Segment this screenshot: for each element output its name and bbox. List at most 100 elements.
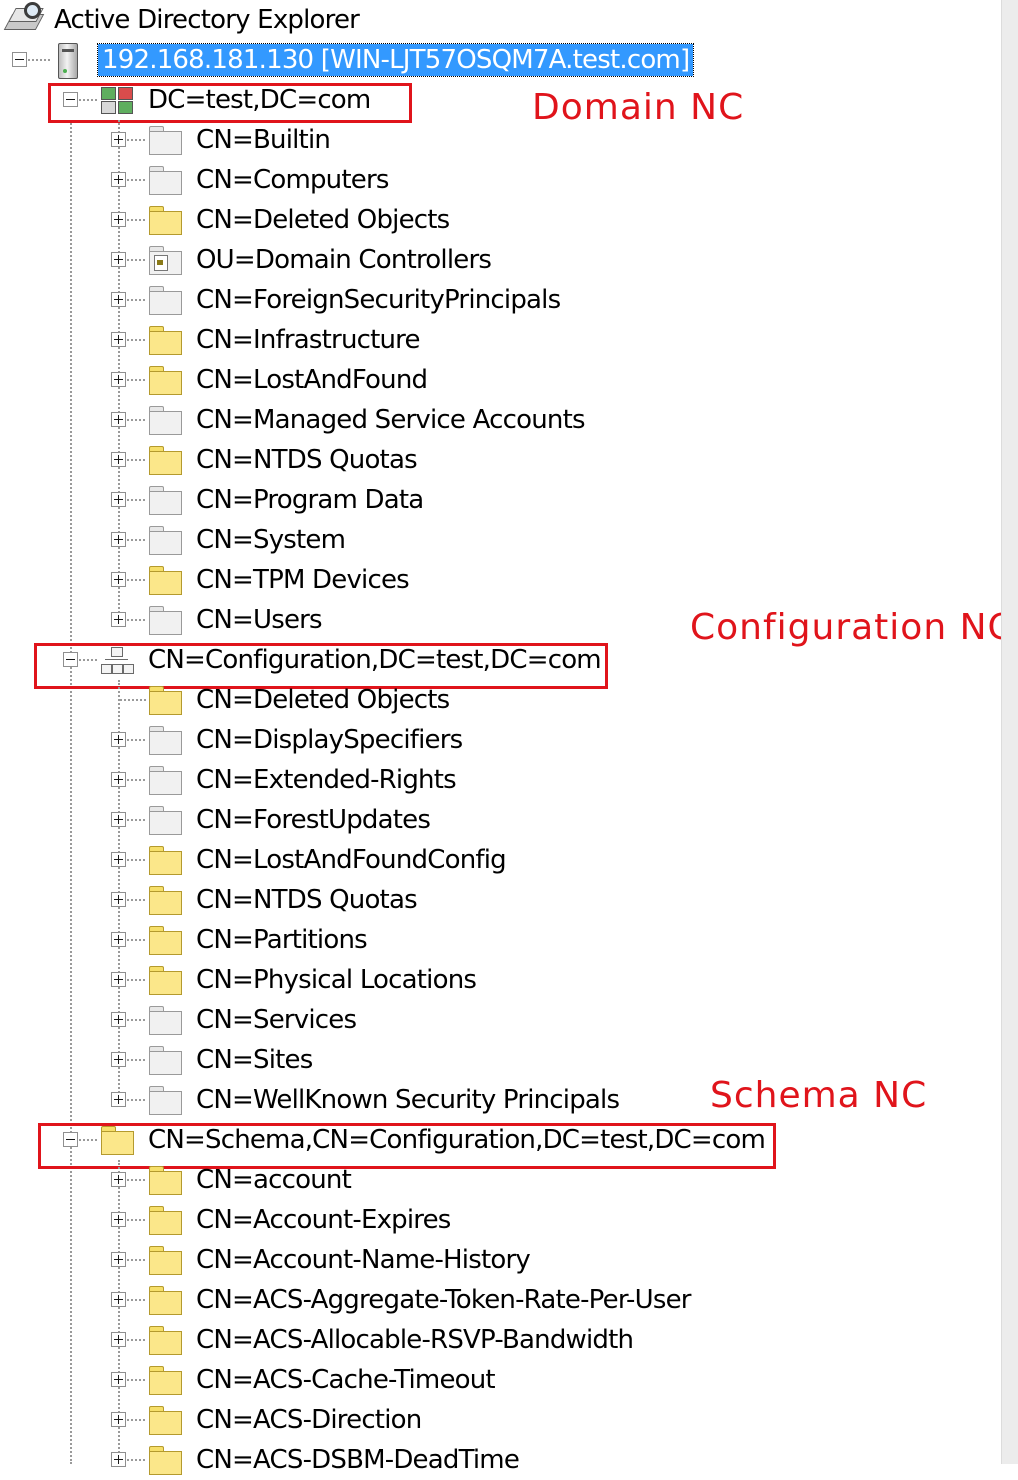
tree-node-label[interactable]: CN=ACS-Allocable-RSVP-Bandwidth [192, 1324, 637, 1356]
tree-node-label[interactable]: CN=Account-Name-History [192, 1244, 534, 1276]
tree-node-label[interactable]: CN=ACS-Aggregate-Token-Rate-Per-User [192, 1284, 695, 1316]
expand-icon[interactable] [111, 1052, 126, 1067]
expand-icon[interactable] [111, 732, 126, 747]
tree-node[interactable]: CN=Account-Name-History [0, 1240, 980, 1280]
tree-node[interactable]: CN=Deleted Objects [0, 200, 980, 240]
tree-node[interactable]: CN=Builtin [0, 120, 980, 160]
expand-icon[interactable] [111, 1372, 126, 1387]
tree-node[interactable]: CN=Extended-Rights [0, 760, 980, 800]
tree-node-label[interactable]: CN=Program Data [192, 484, 427, 516]
tree-node[interactable]: CN=Physical Locations [0, 960, 980, 1000]
expand-icon[interactable] [111, 572, 126, 587]
tree-node-label[interactable]: CN=ACS-DSBM-DeadTime [192, 1444, 523, 1476]
tree-node-label[interactable]: CN=Users [192, 604, 326, 636]
tree-node-label[interactable]: CN=Account-Expires [192, 1204, 455, 1236]
tree-node[interactable]: CN=LostAndFoundConfig [0, 840, 980, 880]
tree-node[interactable]: CN=Partitions [0, 920, 980, 960]
expand-icon[interactable] [111, 452, 126, 467]
server-label[interactable]: 192.168.181.130 [WIN-LJT57OSQM7A.test.co… [96, 43, 695, 77]
tree-node-label[interactable]: CN=Partitions [192, 924, 371, 956]
tree-node[interactable]: CN=TPM Devices [0, 560, 980, 600]
scrollbar-track[interactable] [1001, 0, 1018, 1464]
expand-icon[interactable] [111, 492, 126, 507]
tree-node[interactable]: CN=LostAndFound [0, 360, 980, 400]
expand-icon[interactable] [111, 1292, 126, 1307]
tree-node[interactable]: CN=Sites [0, 1040, 980, 1080]
tree-node[interactable]: CN=account [0, 1160, 980, 1200]
tree-node-label[interactable]: CN=Infrastructure [192, 324, 424, 356]
tree-node-label[interactable]: CN=account [192, 1164, 355, 1196]
tree-node-label[interactable]: CN=Deleted Objects [192, 684, 453, 716]
expand-icon[interactable] [111, 932, 126, 947]
expand-icon[interactable] [111, 1452, 126, 1467]
tree-node-label[interactable]: OU=Domain Controllers [192, 244, 495, 276]
expand-icon[interactable] [111, 772, 126, 787]
expand-icon[interactable] [111, 612, 126, 627]
tree-node[interactable]: CN=Program Data [0, 480, 980, 520]
tree-node-label[interactable]: CN=LostAndFound [192, 364, 431, 396]
expand-icon[interactable] [111, 1252, 126, 1267]
tree-node-label[interactable]: CN=Extended-Rights [192, 764, 460, 796]
tree-node-label[interactable]: CN=ACS-Cache-Timeout [192, 1364, 499, 1396]
tree-node-label[interactable]: CN=Computers [192, 164, 393, 196]
tree-node-label[interactable]: CN=DisplaySpecifiers [192, 724, 466, 756]
tree-node-label[interactable]: CN=Sites [192, 1044, 316, 1076]
tree-node[interactable]: CN=ACS-Cache-Timeout [0, 1360, 980, 1400]
expand-icon[interactable] [111, 252, 126, 267]
tree-node[interactable]: CN=ACS-Aggregate-Token-Rate-Per-User [0, 1280, 980, 1320]
tree-node[interactable]: CN=Managed Service Accounts [0, 400, 980, 440]
expand-icon[interactable] [111, 372, 126, 387]
tree-node[interactable]: CN=Deleted Objects [0, 680, 980, 720]
tree-node[interactable]: OU=Domain Controllers [0, 240, 980, 280]
tree-node[interactable]: CN=ACS-Direction [0, 1400, 980, 1440]
tree-node-label[interactable]: CN=WellKnown Security Principals [192, 1084, 623, 1116]
expand-icon[interactable] [111, 892, 126, 907]
tree-node-label[interactable]: CN=ACS-Direction [192, 1404, 425, 1436]
tree-node-label[interactable]: CN=Services [192, 1004, 360, 1036]
expand-icon[interactable] [111, 1212, 126, 1227]
tree-node[interactable]: CN=ACS-Allocable-RSVP-Bandwidth [0, 1320, 980, 1360]
ad-explorer-icon [3, 2, 45, 38]
expand-icon[interactable] [111, 812, 126, 827]
tree-node[interactable]: CN=Account-Expires [0, 1200, 980, 1240]
tree-node-label[interactable]: CN=ForeignSecurityPrincipals [192, 284, 564, 316]
tree-node[interactable]: CN=System [0, 520, 980, 560]
tree-node-label[interactable]: CN=NTDS Quotas [192, 884, 421, 916]
expand-icon[interactable] [111, 532, 126, 547]
expand-icon[interactable] [111, 1332, 126, 1347]
expand-icon[interactable] [111, 412, 126, 427]
expand-icon[interactable] [111, 292, 126, 307]
expand-icon[interactable] [111, 1012, 126, 1027]
tree-node-label[interactable]: CN=Physical Locations [192, 964, 480, 996]
tree-node-label[interactable]: CN=Builtin [192, 124, 334, 156]
expand-icon[interactable] [111, 212, 126, 227]
tree-node[interactable]: CN=ForestUpdates [0, 800, 980, 840]
expand-icon[interactable] [111, 1172, 126, 1187]
tree-node[interactable]: CN=Computers [0, 160, 980, 200]
tree-node-label[interactable]: CN=TPM Devices [192, 564, 413, 596]
tree-node-label[interactable]: CN=System [192, 524, 349, 556]
tree-node[interactable]: CN=NTDS Quotas [0, 440, 980, 480]
tree-node-label[interactable]: CN=LostAndFoundConfig [192, 844, 510, 876]
expand-icon[interactable] [111, 1092, 126, 1107]
tree-node-label[interactable]: CN=Managed Service Accounts [192, 404, 589, 436]
expand-icon[interactable] [111, 972, 126, 987]
expand-icon[interactable] [111, 852, 126, 867]
server-node[interactable]: 192.168.181.130 [WIN-LJT57OSQM7A.test.co… [0, 40, 720, 80]
expand-icon[interactable] [111, 132, 126, 147]
expand-icon[interactable] [111, 332, 126, 347]
tree-node-label[interactable]: CN=NTDS Quotas [192, 444, 421, 476]
collapse-icon[interactable] [12, 52, 27, 67]
tree-node[interactable]: CN=ACS-DSBM-DeadTime [0, 1440, 980, 1480]
expand-icon[interactable] [111, 172, 126, 187]
tree-node-label[interactable]: CN=Deleted Objects [192, 204, 453, 236]
tree-node[interactable]: CN=ForeignSecurityPrincipals [0, 280, 980, 320]
tree-node[interactable]: CN=Services [0, 1000, 980, 1040]
tree-node[interactable]: CN=DisplaySpecifiers [0, 720, 980, 760]
tree-node-label[interactable]: CN=ForestUpdates [192, 804, 434, 836]
folder-icon [148, 845, 182, 875]
tree-view[interactable]: Active Directory Explorer 192.168.181.13… [0, 0, 1013, 1475]
expand-icon[interactable] [111, 1412, 126, 1427]
tree-node[interactable]: CN=Infrastructure [0, 320, 980, 360]
tree-node[interactable]: CN=NTDS Quotas [0, 880, 980, 920]
